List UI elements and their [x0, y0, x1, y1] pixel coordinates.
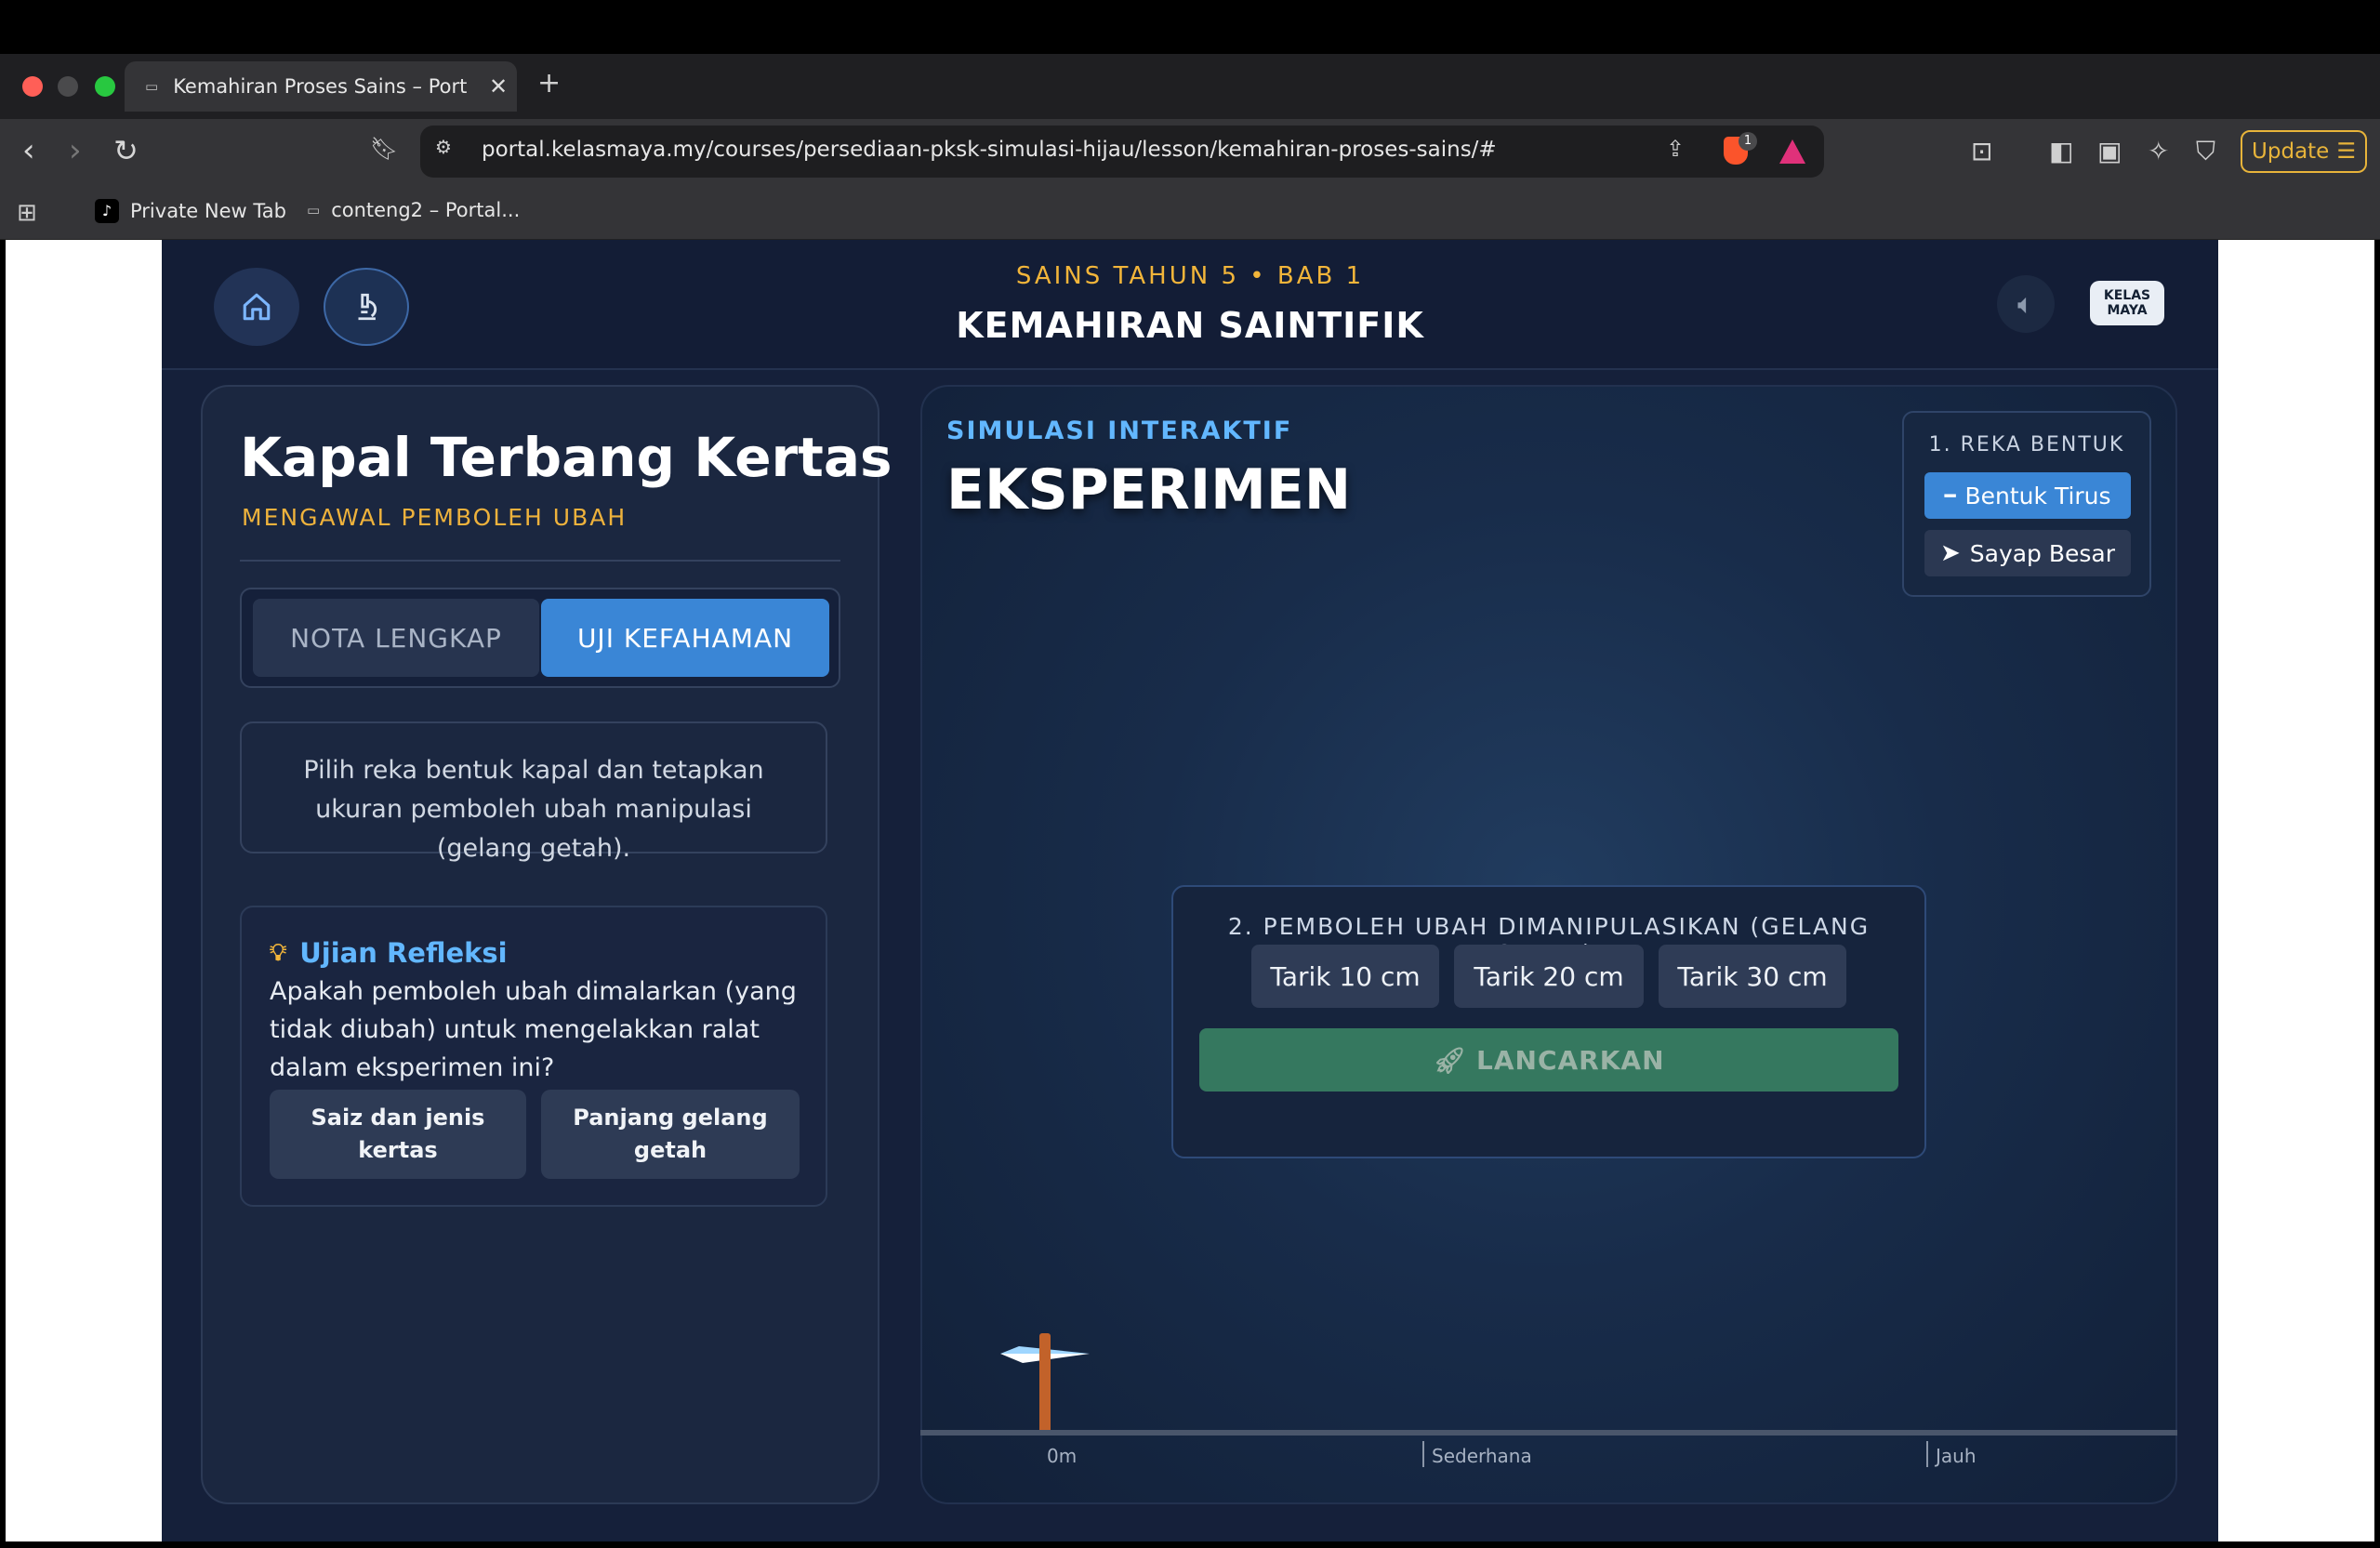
speaker-muted-icon: 🔈︎: [2017, 287, 2034, 321]
reflection-question: Apakah pemboleh ubah dimalarkan (yang ti…: [270, 977, 797, 1082]
tab-close-icon[interactable]: ✕: [480, 73, 517, 99]
url-text[interactable]: portal.kelasmaya.my/courses/persediaan-p…: [482, 138, 1497, 162]
browser-tab[interactable]: ▭ Kemahiran Proses Sains – Port ✕: [125, 61, 517, 112]
design-option-label: Sayap Besar: [1969, 539, 2116, 567]
brave-rewards-icon[interactable]: [1779, 139, 1805, 164]
design-bentuk-tirus-button[interactable]: ━ Bentuk Tirus: [1924, 472, 2131, 519]
tab-title: Kemahiran Proses Sains – Port: [173, 75, 468, 98]
lesson-subtitle: MENGAWAL PEMBOLEH UBAH: [242, 504, 628, 531]
wide-wing-plane-icon: ➤: [1939, 539, 1961, 567]
instruction-text: Pilih reka bentuk kapal dan tetapkan uku…: [240, 721, 827, 863]
screenshot-icon[interactable]: ⊡: [1971, 136, 1992, 166]
lesson-title: Kapal Terbang Kertas: [240, 426, 892, 489]
minimize-window-button[interactable]: [58, 76, 78, 97]
tiktok-icon: ♪: [95, 199, 119, 223]
maximize-window-button[interactable]: [95, 76, 115, 97]
pull-30cm-button[interactable]: Tarik 30 cm: [1659, 945, 1846, 1008]
screen-top-bar: [0, 0, 2380, 54]
design-option-label: Bentuk Tirus: [1964, 482, 2111, 509]
distance-label-sederhana: Sederhana: [1432, 1445, 1532, 1467]
simulation-title: EKSPERIMEN: [946, 457, 1352, 523]
distance-marker: [1926, 1441, 1928, 1467]
site-favicon-icon: ▭: [145, 78, 159, 95]
pull-20cm-button[interactable]: Tarik 20 cm: [1454, 945, 1644, 1008]
answer-button-panjang-gelang[interactable]: Panjang gelang getah: [541, 1090, 800, 1179]
sidebar-icon[interactable]: ◧: [2049, 136, 2073, 166]
distance-label-jauh: Jauh: [1936, 1445, 1977, 1467]
answer-button-saiz-kertas[interactable]: Saiz dan jenis kertas: [270, 1090, 526, 1179]
reload-icon[interactable]: ↻: [113, 134, 139, 167]
ground-line: [920, 1430, 2177, 1436]
close-window-button[interactable]: [22, 76, 43, 97]
tab-nota-lengkap[interactable]: NOTA LENGKAP: [253, 599, 539, 677]
share-icon[interactable]: ⇪: [1666, 136, 1685, 162]
distance-marker: [1422, 1441, 1424, 1467]
design-title: 1. REKA BENTUK: [1928, 433, 2125, 456]
kelasmaya-logo: KELAS MAYA: [2090, 281, 2164, 325]
bookmark-page-icon[interactable]: 🔖︎: [370, 136, 398, 162]
tab-uji-kefahaman[interactable]: UJI KEFAHAMAN: [541, 599, 829, 677]
design-sayap-besar-button[interactable]: ➤ Sayap Besar: [1924, 530, 2131, 576]
lightbulb-icon: 💡︎: [270, 938, 287, 967]
forward-icon[interactable]: ›: [69, 134, 82, 167]
wallet-icon[interactable]: ▣: [2097, 136, 2122, 166]
page-title: KEMAHIRAN SAINTIFIK: [956, 305, 1424, 346]
bookmark-label: Private New Tab: [130, 200, 286, 222]
divider: [240, 560, 840, 562]
distance-label-0m: 0m: [1047, 1445, 1078, 1467]
header-subtitle: SAINS TAHUN 5 • BAB 1: [1015, 262, 1365, 290]
simulation-subtitle: SIMULASI INTERAKTIF: [946, 417, 1293, 445]
tapered-plane-icon: ━: [1944, 484, 1956, 507]
pull-10cm-button[interactable]: Tarik 10 cm: [1251, 945, 1439, 1008]
new-tab-button[interactable]: +: [537, 67, 561, 99]
update-label: Update: [2252, 139, 2330, 164]
rocket-icon: 🚀︎: [1433, 1044, 1467, 1076]
launcher-pole: [1039, 1333, 1051, 1432]
update-button[interactable]: Update ☰: [2241, 130, 2367, 173]
bookmark-conteng2[interactable]: ▭ conteng2 – Portal...: [307, 199, 520, 221]
sound-toggle-button[interactable]: 🔈︎: [1997, 275, 2055, 333]
leo-ai-icon[interactable]: ✧: [2148, 136, 2169, 166]
shields-count-badge: 1: [1739, 132, 1757, 151]
launch-label: LANCARKAN: [1476, 1044, 1665, 1076]
site-settings-icon[interactable]: ⚙: [435, 136, 452, 158]
reflection-heading: 💡︎ Ujian Refleksi: [270, 937, 508, 969]
launch-button[interactable]: 🚀︎ LANCARKAN: [1199, 1028, 1898, 1092]
apps-grid-icon[interactable]: ⊞: [17, 199, 37, 227]
menu-icon: ☰: [2336, 139, 2356, 164]
vpn-shield-icon[interactable]: ⛉: [2196, 136, 2215, 167]
reflection-title: Ujian Refleksi: [299, 937, 508, 969]
bookmark-label: conteng2 – Portal...: [331, 199, 521, 221]
back-icon[interactable]: ‹: [22, 134, 35, 167]
page-icon: ▭: [307, 202, 321, 218]
bookmark-private-new-tab[interactable]: ♪ Private New Tab: [95, 199, 286, 223]
